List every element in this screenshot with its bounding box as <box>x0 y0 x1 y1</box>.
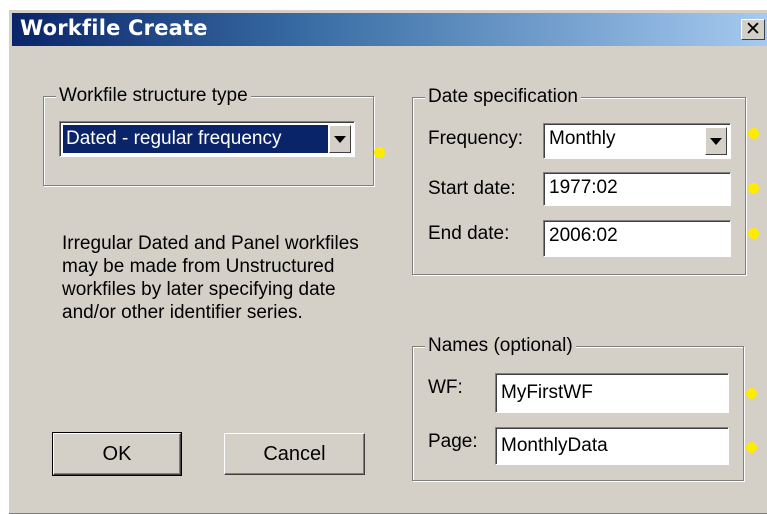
marker-dot <box>746 388 757 399</box>
structure-type-select[interactable]: Dated - regular frequency <box>59 121 355 157</box>
frequency-value: Monthly <box>549 128 616 149</box>
chevron-down-icon <box>710 138 722 145</box>
names-group: Names (optional) WF: MyFirstWF Page: Mon… <box>412 335 744 481</box>
names-legend: Names (optional) <box>425 335 576 357</box>
title-bar[interactable]: Workfile Create ✕ <box>12 13 767 46</box>
frequency-label: Frequency: <box>428 128 524 149</box>
marker-dot <box>374 147 385 158</box>
end-date-input[interactable]: 2006:02 <box>543 220 731 257</box>
start-date-label: Start date: <box>428 178 516 199</box>
frequency-select[interactable]: Monthly <box>543 123 731 159</box>
wf-name-value: MyFirstWF <box>501 382 593 403</box>
marker-dot <box>746 442 757 453</box>
ok-button[interactable]: OK <box>52 432 182 476</box>
marker-dot <box>748 128 759 139</box>
end-date-label: End date: <box>428 223 510 244</box>
close-icon: ✕ <box>745 19 761 40</box>
start-date-input[interactable]: 1977:02 <box>543 172 731 206</box>
info-text: Irregular Dated and Panel workfiles may … <box>62 233 359 323</box>
workfile-create-dialog: Workfile Create ✕ Workfile structure typ… <box>8 9 767 514</box>
chevron-down-icon <box>334 136 346 143</box>
structure-type-value: Dated - regular frequency <box>63 125 328 153</box>
cancel-button[interactable]: Cancel <box>224 433 365 475</box>
marker-dot <box>748 228 759 239</box>
cancel-button-label: Cancel <box>263 442 326 465</box>
wf-name-label: WF: <box>428 377 463 398</box>
close-button[interactable]: ✕ <box>741 19 765 40</box>
date-specification-group: Date specification Frequency: Monthly St… <box>412 86 746 275</box>
start-date-value: 1977:02 <box>549 177 618 198</box>
page-name-input[interactable]: MonthlyData <box>495 427 729 465</box>
structure-type-dropdown-button[interactable] <box>329 125 351 153</box>
ok-button-label: OK <box>102 442 132 465</box>
end-date-value: 2006:02 <box>549 225 618 246</box>
page-name-value: MonthlyData <box>501 435 608 456</box>
marker-dot <box>748 183 759 194</box>
structure-type-legend: Workfile structure type <box>56 85 251 107</box>
wf-name-input[interactable]: MyFirstWF <box>495 373 729 413</box>
structure-type-group: Workfile structure type Dated - regular … <box>43 85 374 186</box>
date-specification-legend: Date specification <box>425 86 581 108</box>
page-name-label: Page: <box>428 431 478 452</box>
dialog-title: Workfile Create <box>20 16 208 40</box>
frequency-dropdown-button[interactable] <box>705 127 727 155</box>
